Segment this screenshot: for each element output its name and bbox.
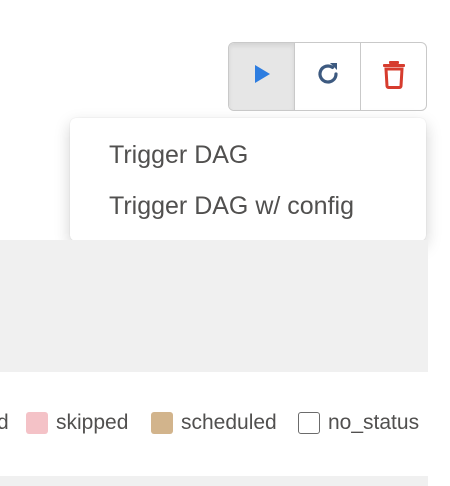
- task-state-legend: d skipped scheduled no_status: [0, 406, 450, 440]
- trigger-dag-button[interactable]: [229, 43, 295, 110]
- legend-label-scheduled: scheduled: [181, 411, 277, 434]
- legend-swatch-skipped: [26, 412, 48, 434]
- dag-info-panel: [0, 240, 428, 372]
- delete-dag-button[interactable]: [361, 43, 426, 110]
- play-icon: [251, 62, 273, 91]
- trigger-dropdown-menu: Trigger DAG Trigger DAG w/ config: [70, 118, 426, 241]
- dag-action-button-group: [228, 42, 427, 111]
- legend-label-no-status: no_status: [328, 411, 420, 434]
- legend-label-partial: d: [0, 411, 9, 434]
- refresh-icon: [313, 59, 343, 94]
- legend-swatch-no-status: [298, 412, 320, 434]
- section-divider: [0, 476, 428, 486]
- trigger-dag-with-config-menu-item[interactable]: Trigger DAG w/ config: [70, 186, 426, 237]
- refresh-dag-button[interactable]: [295, 43, 361, 110]
- trigger-dag-menu-item[interactable]: Trigger DAG: [70, 135, 426, 186]
- trash-icon: [381, 59, 407, 94]
- legend-label-skipped: skipped: [56, 411, 129, 434]
- legend-swatch-scheduled: [151, 412, 173, 434]
